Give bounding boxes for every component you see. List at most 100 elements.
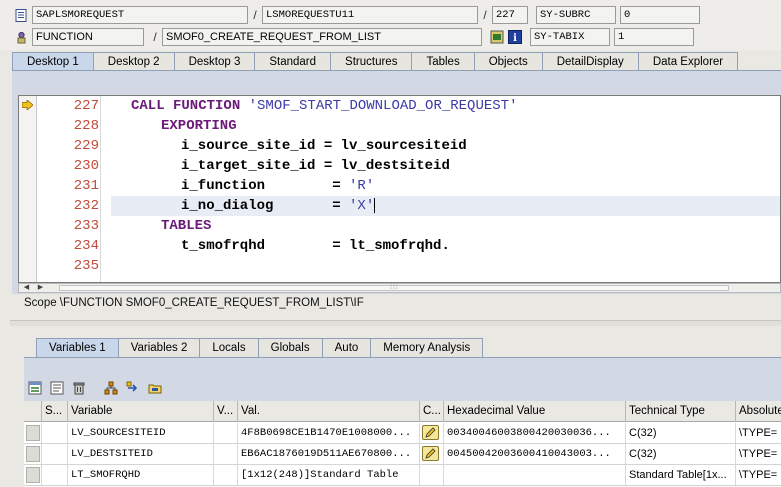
source-editor[interactable]: 227 CALL FUNCTION 'SMOF_START_DOWNLOAD_O… <box>18 95 781 283</box>
line-number: 227 <box>73 98 99 114</box>
function-name-field[interactable]: SMOF0_CREATE_REQUEST_FROM_LIST <box>162 28 482 46</box>
program-icon <box>14 8 28 22</box>
include-field[interactable]: LSMOREQUESTU11 <box>262 6 478 24</box>
line-number-field[interactable]: 227 <box>492 6 528 24</box>
row-selector[interactable] <box>26 446 40 462</box>
delete-icon[interactable] <box>70 380 88 396</box>
tab-variables-1[interactable]: Variables 1 <box>36 338 119 357</box>
cell-absolute: \TYPE= <box>736 465 781 485</box>
column-header-s[interactable]: S... <box>42 401 68 422</box>
code-line-228[interactable]: 228 EXPORTING <box>19 116 780 136</box>
header-row-function: FUNCTION / SMOF0_CREATE_REQUEST_FROM_LIS… <box>0 27 694 47</box>
scope-path: Scope \FUNCTION SMOF0_CREATE_REQUEST_FRO… <box>24 297 364 309</box>
tab-memory-analysis[interactable]: Memory Analysis <box>370 338 484 357</box>
scroll-left-icon[interactable]: ◀ <box>21 283 32 293</box>
tab-tables[interactable]: Tables <box>411 52 475 71</box>
string-literal: 'SMOF_START_DOWNLOAD_OR_REQUEST' <box>248 98 518 114</box>
code-line-229[interactable]: 229 i_source_site_id = lv_sourcesiteid <box>19 136 780 156</box>
table-row[interactable]: LT_SMOFRQHD [1x12(248)]Standard Table St… <box>24 465 781 486</box>
table-row[interactable]: LV_SOURCESITEID 4F8B0698CE1B1470E1008000… <box>24 423 781 444</box>
open-folder-icon[interactable] <box>146 380 164 396</box>
code-text: i_no_dialog = <box>181 198 350 214</box>
splitter[interactable] <box>10 320 781 326</box>
code-line-234[interactable]: 234 t_smofrqhd = lt_smofrqhd. <box>19 236 780 256</box>
cell-value[interactable]: EB6AC1876019D511AE670800... <box>238 444 420 464</box>
cell-technical-type: C(32) <box>626 423 736 443</box>
cell-variable[interactable]: LV_SOURCESITEID <box>68 423 214 443</box>
line-number: 228 <box>73 118 99 134</box>
code-line-233[interactable]: 233 TABLES <box>19 216 780 236</box>
cell-s <box>42 444 68 464</box>
tab-variables-2[interactable]: Variables 2 <box>117 338 201 357</box>
cell-v <box>214 465 238 485</box>
code-line-230[interactable]: 230 i_target_site_id = lv_destsiteid <box>19 156 780 176</box>
horizontal-scrollbar[interactable]: ◀ ▶ ⁞⁞⁞ <box>18 283 781 293</box>
string-literal: 'R' <box>349 178 375 194</box>
type-field[interactable]: FUNCTION <box>32 28 144 46</box>
line-number: 231 <box>73 178 99 194</box>
column-header-rowsel[interactable] <box>24 401 42 422</box>
code-line-235[interactable]: 235 <box>19 256 780 276</box>
line-number: 229 <box>73 138 99 154</box>
tab-standard[interactable]: Standard <box>254 52 332 71</box>
navigate-icon[interactable] <box>124 380 142 396</box>
display-source-icon[interactable] <box>488 29 506 45</box>
scroll-right-icon[interactable]: ▶ <box>35 283 46 293</box>
row-selector[interactable] <box>26 425 40 441</box>
column-header-absolute[interactable]: Absolute <box>736 401 781 422</box>
program-field[interactable]: SAPLSMOREQUEST <box>32 6 248 24</box>
column-header-v[interactable]: V... <box>214 401 238 422</box>
line-number: 230 <box>73 158 99 174</box>
row-cell <box>24 423 42 443</box>
info-icon[interactable]: i <box>506 29 524 45</box>
column-header-c[interactable]: C... <box>420 401 444 422</box>
hierarchy-icon[interactable] <box>102 380 120 396</box>
sysfield-name-2[interactable]: SY-TABIX <box>530 28 610 46</box>
function-icon <box>14 30 28 44</box>
sysfield-value-1[interactable]: 0 <box>620 6 700 24</box>
code-text: i_function = <box>181 178 350 194</box>
cell-v <box>214 444 238 464</box>
scrollbar-thumb[interactable]: ⁞⁞⁞ <box>59 284 729 291</box>
code-line-232[interactable]: 232 i_no_dialog = 'X' <box>19 196 780 216</box>
column-header-value[interactable]: Val. <box>238 401 420 422</box>
tab-structures[interactable]: Structures <box>330 52 413 71</box>
table-row[interactable]: LV_DESTSITEID EB6AC1876019D511AE670800..… <box>24 444 781 465</box>
append-row-icon[interactable] <box>48 380 66 396</box>
column-header-variable[interactable]: Variable <box>68 401 214 422</box>
sysfield-value-2[interactable]: 1 <box>614 28 694 46</box>
edit-pencil-icon[interactable] <box>422 425 439 440</box>
cell-value[interactable]: [1x12(248)]Standard Table <box>238 465 420 485</box>
separator: / <box>483 8 487 22</box>
desktop-tabstrip: Desktop 1 Desktop 2 Desktop 3 Standard S… <box>12 52 739 71</box>
line-number: 233 <box>73 218 99 234</box>
svg-text:i: i <box>513 33 517 44</box>
column-header-technical-type[interactable]: Technical Type <box>626 401 736 422</box>
code-text: t_smofrqhd = lt_smofrqhd. <box>181 238 450 254</box>
cell-technical-type: Standard Table[1x... <box>626 465 736 485</box>
tab-desktop-2[interactable]: Desktop 2 <box>92 52 175 71</box>
tab-desktop-1[interactable]: Desktop 1 <box>12 52 94 71</box>
edit-pencil-icon[interactable] <box>422 446 439 461</box>
cell-variable[interactable]: LT_SMOFRQHD <box>68 465 214 485</box>
cell-change <box>420 423 444 443</box>
row-selector[interactable] <box>26 467 40 483</box>
tab-objects[interactable]: Objects <box>473 52 543 71</box>
tab-auto[interactable]: Auto <box>321 338 372 357</box>
keyword: EXPORTING <box>161 118 237 134</box>
cell-variable[interactable]: LV_DESTSITEID <box>68 444 214 464</box>
cell-value[interactable]: 4F8B0698CE1B1470E1008000... <box>238 423 420 443</box>
column-header-hex[interactable]: Hexadecimal Value <box>444 401 626 422</box>
code-line-227[interactable]: 227 CALL FUNCTION 'SMOF_START_DOWNLOAD_O… <box>19 96 780 116</box>
text-cursor <box>374 197 376 213</box>
insert-row-icon[interactable] <box>26 380 44 396</box>
source-panel: 227 CALL FUNCTION 'SMOF_START_DOWNLOAD_O… <box>12 70 781 294</box>
code-line-231[interactable]: 231 i_function = 'R' <box>19 176 780 196</box>
grip-icon: ⁞⁞⁞ <box>390 284 399 291</box>
tab-locals[interactable]: Locals <box>199 338 259 357</box>
tab-desktop-3[interactable]: Desktop 3 <box>173 52 256 71</box>
tab-detaildisplay[interactable]: DetailDisplay <box>541 52 639 71</box>
sysfield-name-1[interactable]: SY-SUBRC <box>536 6 616 24</box>
tab-globals[interactable]: Globals <box>257 338 323 357</box>
tab-data-explorer[interactable]: Data Explorer <box>637 52 739 71</box>
